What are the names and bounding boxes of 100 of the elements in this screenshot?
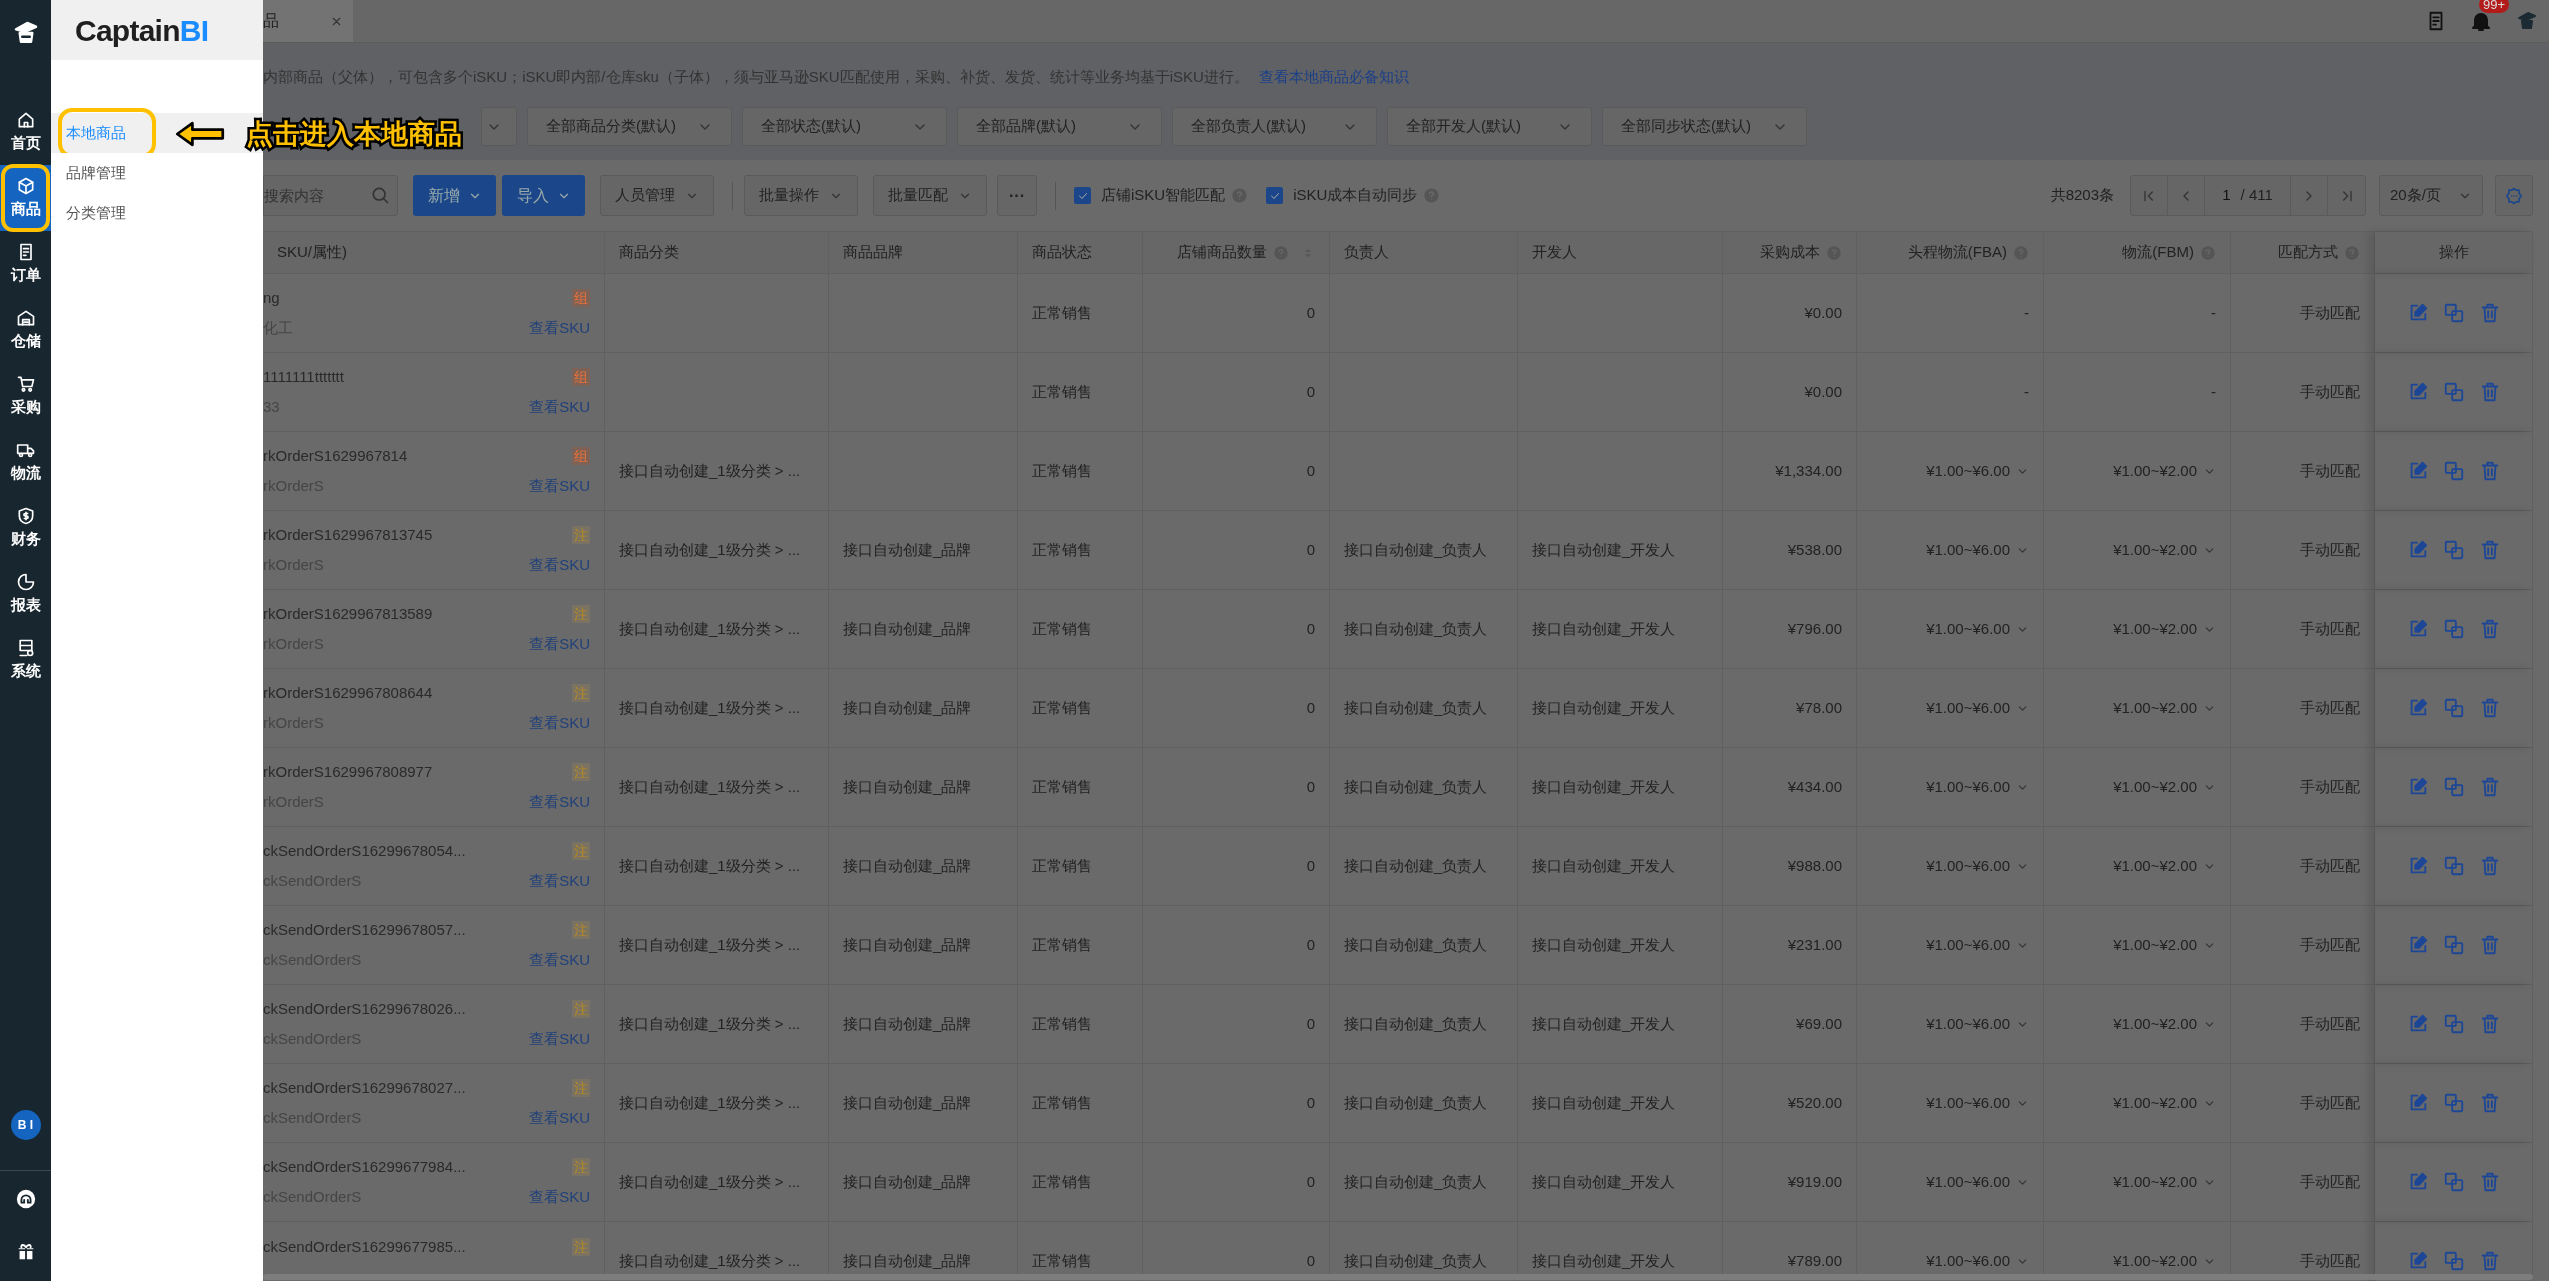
table-cell-text: 0: [1306, 1171, 1315, 1192]
copy-icon[interactable]: [2442, 855, 2465, 877]
column-header[interactable]: 商品状态: [1018, 232, 1143, 273]
view-sku-link[interactable]: 查看SKU: [529, 949, 590, 972]
view-sku-link[interactable]: 查看SKU: [529, 633, 590, 656]
copy-icon[interactable]: [2442, 934, 2465, 956]
view-sku-link[interactable]: 查看SKU: [529, 554, 590, 577]
logistics-cost[interactable]: ¥1.00~¥2.00: [2113, 617, 2216, 641]
copy-icon[interactable]: [2442, 1092, 2465, 1114]
view-sku-link[interactable]: 查看SKU: [529, 712, 590, 735]
checkbox-option[interactable]: 店铺iSKU智能匹配: [1074, 184, 1226, 207]
checkbox[interactable]: [1266, 187, 1284, 204]
nav-item[interactable]: 报表: [0, 561, 51, 627]
headset-icon[interactable]: [14, 1188, 37, 1210]
copy-icon[interactable]: [2442, 302, 2465, 324]
column-header[interactable]: 开发人: [1518, 232, 1723, 273]
logistics-cost[interactable]: ¥1.00~¥6.00: [1926, 1249, 2029, 1273]
logistics-cost[interactable]: ¥1.00~¥6.00: [1926, 775, 2029, 799]
toolbar-button[interactable]: 新增: [413, 175, 496, 216]
logistics-cost[interactable]: ¥1.00~¥6.00: [1926, 854, 2029, 878]
column-settings-button[interactable]: [2495, 175, 2533, 216]
column-header[interactable]: SKU/属性): [263, 232, 605, 273]
page-input[interactable]: 1: [2222, 184, 2231, 207]
nav-item[interactable]: 仓储: [0, 297, 51, 363]
logistics-cost[interactable]: ¥1.00~¥6.00: [1926, 933, 2029, 957]
copy-icon[interactable]: [2442, 539, 2465, 561]
checkbox[interactable]: [1074, 187, 1091, 204]
page-tab[interactable]: 品: [263, 0, 353, 42]
logistics-cost[interactable]: ¥1.00~¥2.00: [2113, 1091, 2216, 1115]
table-cell-text: 正常销售: [1032, 934, 1092, 955]
horizontal-scrollbar[interactable]: [263, 1274, 2533, 1280]
view-sku-link[interactable]: 查看SKU: [529, 475, 590, 498]
copy-icon[interactable]: [2442, 776, 2465, 798]
nav-item[interactable]: 首页: [0, 99, 51, 165]
filter-dropdown[interactable]: 全部商品分类(默认): [527, 107, 732, 146]
toolbar-dropdown[interactable]: 批量匹配: [873, 175, 987, 216]
view-sku-link[interactable]: 查看SKU: [529, 396, 590, 419]
column-header[interactable]: 商品分类: [605, 232, 829, 273]
filter-dropdown[interactable]: 全部状态(默认): [742, 107, 947, 146]
copy-icon[interactable]: [2442, 460, 2465, 482]
logistics-cost[interactable]: ¥1.00~¥6.00: [1926, 1170, 2029, 1194]
column-header[interactable]: 头程物流(FBA): [1857, 232, 2044, 273]
copy-icon[interactable]: [2442, 381, 2465, 403]
logistics-cost[interactable]: ¥1.00~¥2.00: [2113, 1170, 2216, 1194]
logistics-cost[interactable]: ¥1.00~¥2.00: [2113, 775, 2216, 799]
nav-item[interactable]: 系统: [0, 627, 51, 693]
logistics-cost[interactable]: ¥1.00~¥2.00: [2113, 1012, 2216, 1036]
column-header[interactable]: 操作: [2375, 232, 2533, 273]
filter-dropdown[interactable]: 全部品牌(默认): [957, 107, 1162, 146]
view-sku-link[interactable]: 查看SKU: [529, 1186, 590, 1209]
table-cell-text: 正常销售: [1032, 1250, 1092, 1271]
page-size-dropdown[interactable]: 20条/页: [2379, 175, 2483, 216]
toolbar-button[interactable]: 导入: [502, 175, 585, 216]
nav-item[interactable]: 财务: [0, 495, 51, 561]
column-header[interactable]: 物流(FBM): [2044, 232, 2231, 273]
nav-item[interactable]: 订单: [0, 231, 51, 297]
checkbox-option[interactable]: iSKU成本自动同步: [1266, 184, 1418, 207]
filter-dropdown[interactable]: 全部同步状态(默认): [1602, 107, 1807, 146]
logistics-cost[interactable]: ¥1.00~¥2.00: [2113, 459, 2216, 483]
filter-dropdown[interactable]: 全部开发人(默认): [1387, 107, 1592, 146]
copy-icon[interactable]: [2442, 1250, 2465, 1272]
logistics-cost[interactable]: ¥1.00~¥2.00: [2113, 854, 2216, 878]
copy-icon[interactable]: [2442, 1171, 2465, 1193]
table-cell-text: 接口自动创建_1级分类 > ...: [619, 539, 801, 560]
filter-dropdown[interactable]: 全部负责人(默认): [1172, 107, 1377, 146]
toolbar-dropdown[interactable]: 批量操作: [744, 175, 858, 216]
column-header[interactable]: 负责人: [1330, 232, 1518, 273]
logistics-cost[interactable]: ¥1.00~¥2.00: [2113, 1249, 2216, 1273]
nav-item[interactable]: 物流: [0, 429, 51, 495]
logistics-cost[interactable]: ¥1.00~¥2.00: [2113, 933, 2216, 957]
logistics-cost[interactable]: ¥1.00~¥6.00: [1926, 1012, 2029, 1036]
view-sku-link[interactable]: 查看SKU: [529, 1107, 590, 1130]
table-cell-text: ¥231.00: [1787, 934, 1842, 955]
more-button[interactable]: ···: [997, 175, 1037, 216]
logistics-cost[interactable]: ¥1.00~¥6.00: [1926, 538, 2029, 562]
search-icon[interactable]: [370, 185, 390, 205]
column-header[interactable]: 商品品牌: [829, 232, 1018, 273]
logistics-cost[interactable]: ¥1.00~¥6.00: [1926, 696, 2029, 720]
filter-dropdown[interactable]: [481, 107, 517, 146]
column-header[interactable]: 采购成本: [1723, 232, 1857, 273]
table-cell-text: 正常销售: [1032, 855, 1092, 876]
knowledge-link[interactable]: 查看本地商品必备知识: [1258, 65, 1409, 89]
view-sku-link[interactable]: 查看SKU: [529, 317, 590, 340]
view-sku-link[interactable]: 查看SKU: [529, 870, 590, 893]
logistics-cost[interactable]: ¥1.00~¥2.00: [2113, 696, 2216, 720]
table-cell-text: 手动匹配: [2300, 302, 2360, 323]
logistics-cost[interactable]: ¥1.00~¥6.00: [1926, 1091, 2029, 1115]
view-sku-link[interactable]: 查看SKU: [529, 791, 590, 814]
nav-item[interactable]: 商品: [0, 165, 51, 231]
logistics-cost[interactable]: ¥1.00~¥6.00: [1926, 617, 2029, 641]
column-header[interactable]: 店铺商品数量: [1143, 232, 1330, 273]
user-avatar[interactable]: B I: [10, 1110, 41, 1140]
copy-icon[interactable]: [2442, 618, 2465, 640]
view-sku-link[interactable]: 查看SKU: [529, 1028, 590, 1051]
nav-item[interactable]: 采购: [0, 363, 51, 429]
copy-icon[interactable]: [2442, 1013, 2465, 1035]
logistics-cost[interactable]: ¥1.00~¥2.00: [2113, 538, 2216, 562]
toolbar-dropdown[interactable]: 人员管理: [600, 175, 714, 216]
copy-icon[interactable]: [2442, 697, 2465, 719]
logistics-cost[interactable]: ¥1.00~¥6.00: [1926, 459, 2029, 483]
